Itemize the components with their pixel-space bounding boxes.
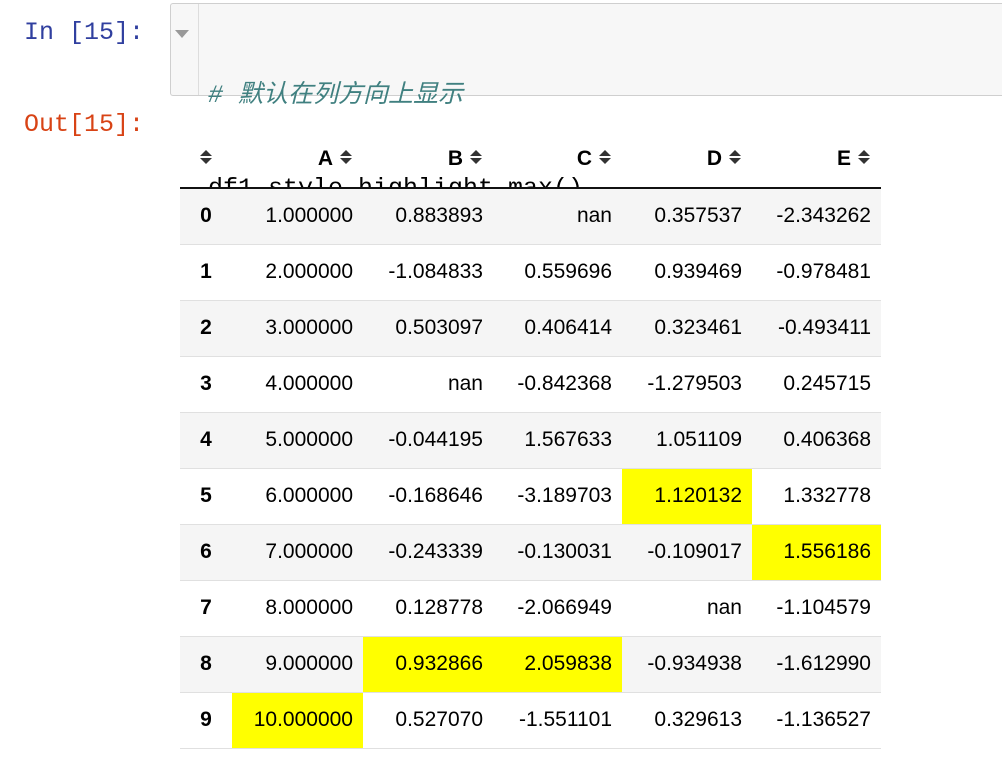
table-row: 7 8.000000 0.128778 -2.066949 nan -1.104579 (180, 580, 881, 637)
sort-icon[interactable] (857, 149, 871, 165)
input-prompt: In [15]: (24, 18, 145, 47)
column-header-d[interactable]: D (622, 130, 752, 189)
table-cell: -0.130031 (493, 524, 622, 581)
row-index: 6 (180, 524, 232, 581)
table-cell: 0.939469 (622, 244, 752, 301)
row-index: 1 (180, 244, 232, 301)
sort-icon[interactable] (728, 149, 742, 165)
row-index: 5 (180, 468, 232, 525)
column-header-label: D (706, 146, 722, 170)
table-cell: nan (493, 188, 622, 245)
output-prompt: Out[15]: (24, 110, 145, 139)
table-cell: -0.044195 (363, 412, 493, 469)
sort-icon[interactable] (469, 149, 483, 165)
table-cell: -1.612990 (752, 636, 881, 693)
row-index: 0 (180, 188, 232, 245)
column-header-label: B (447, 146, 463, 170)
row-index: 8 (180, 636, 232, 693)
table-row: 5 6.000000 -0.168646 -3.189703 1.120132 1.332… (180, 468, 881, 525)
table-cell: 6.000000 (232, 468, 363, 525)
table-cell: 5.000000 (232, 412, 363, 469)
highlighted-cell: 2.059838 (493, 636, 622, 693)
row-index: 7 (180, 580, 232, 637)
table-row: 4 5.000000 -0.044195 1.567633 1.051109 0.4063… (180, 412, 881, 469)
table-cell: 0.406368 (752, 412, 881, 469)
code-comment: # 默认在列方向上显示 (208, 81, 464, 110)
column-header-label: E (836, 146, 851, 170)
table-cell: 0.559696 (493, 244, 622, 301)
table-cell: 0.357537 (622, 188, 752, 245)
table-cell: -0.842368 (493, 356, 622, 413)
table-cell: 0.128778 (363, 580, 493, 637)
table-body: 0 1.000000 0.883893 nan 0.357537 -2.343262 1 2.… (180, 188, 881, 749)
table-cell: 0.883893 (363, 188, 493, 245)
table-row: 2 3.000000 0.503097 0.406414 0.323461 -0.4934… (180, 300, 881, 357)
table-cell: -2.343262 (752, 188, 881, 245)
row-index: 9 (180, 692, 232, 749)
header-row: A B C D E (180, 130, 881, 189)
column-header-c[interactable]: C (493, 130, 622, 189)
highlighted-cell: 1.556186 (752, 524, 881, 581)
table-cell: 0.245715 (752, 356, 881, 413)
table-cell: -0.243339 (363, 524, 493, 581)
table-row: 3 4.000000 nan -0.842368 -1.279503 0.245715 (180, 356, 881, 413)
index-header[interactable] (180, 130, 232, 189)
table-cell: 1.332778 (752, 468, 881, 525)
table-row: 1 2.000000 -1.084833 0.559696 0.939469 -0.978… (180, 244, 881, 301)
table-cell: -1.084833 (363, 244, 493, 301)
sort-icon[interactable] (339, 149, 353, 165)
highlighted-cell: 0.932866 (363, 636, 493, 693)
code-gutter (171, 4, 199, 95)
row-index: 4 (180, 412, 232, 469)
table-cell: -0.493411 (752, 300, 881, 357)
table-cell: nan (622, 580, 752, 637)
table-cell: 7.000000 (232, 524, 363, 581)
table-cell: 0.323461 (622, 300, 752, 357)
table-cell: 0.406414 (493, 300, 622, 357)
table-cell: 0.503097 (363, 300, 493, 357)
table-cell: -1.104579 (752, 580, 881, 637)
table-cell: 0.527070 (363, 692, 493, 749)
table-cell: -0.168646 (363, 468, 493, 525)
table-cell: 8.000000 (232, 580, 363, 637)
table-row: 9 10.000000 0.527070 -1.551101 0.329613 -1.13… (180, 692, 881, 749)
column-header-e[interactable]: E (752, 130, 881, 189)
highlighted-cell: 1.120132 (622, 468, 752, 525)
column-header-a[interactable]: A (232, 130, 363, 189)
table-row: 8 9.000000 0.932866 2.059838 -0.934938 -1.612… (180, 636, 881, 693)
table-cell: 2.000000 (232, 244, 363, 301)
table-cell: -2.066949 (493, 580, 622, 637)
column-header-label: A (317, 146, 333, 170)
table-cell: 1.000000 (232, 188, 363, 245)
table-cell: 4.000000 (232, 356, 363, 413)
sort-icon[interactable] (598, 149, 612, 165)
sort-icon[interactable] (199, 149, 213, 165)
table-row: 6 7.000000 -0.243339 -0.130031 -0.109017 1.55… (180, 524, 881, 581)
table-cell: -1.136527 (752, 692, 881, 749)
fold-arrow-icon[interactable] (175, 30, 189, 38)
row-index: 2 (180, 300, 232, 357)
dataframe-table: ABCDE 0 1.000000 0.883893 nan 0.357537 -2.343… (180, 130, 881, 749)
column-header-label: C (576, 146, 592, 170)
code-input-area[interactable]: # 默认在列方向上显示 df1.style.highlight_max() (170, 3, 1002, 203)
table-cell: 3.000000 (232, 300, 363, 357)
column-header-b[interactable]: B (363, 130, 493, 189)
row-index: 3 (180, 356, 232, 413)
table-cell: 9.000000 (232, 636, 363, 693)
table-cell: -0.109017 (622, 524, 752, 581)
table-cell: -0.934938 (622, 636, 752, 693)
table-cell: -1.279503 (622, 356, 752, 413)
table-cell: -3.189703 (493, 468, 622, 525)
table-row: 0 1.000000 0.883893 nan 0.357537 -2.343262 (180, 188, 881, 245)
table-cell: 1.567633 (493, 412, 622, 469)
table-cell: 0.329613 (622, 692, 752, 749)
highlighted-cell: 10.000000 (232, 692, 363, 749)
table-cell: 1.051109 (622, 412, 752, 469)
table-cell: -0.978481 (752, 244, 881, 301)
table-cell: nan (363, 356, 493, 413)
table-cell: -1.551101 (493, 692, 622, 749)
